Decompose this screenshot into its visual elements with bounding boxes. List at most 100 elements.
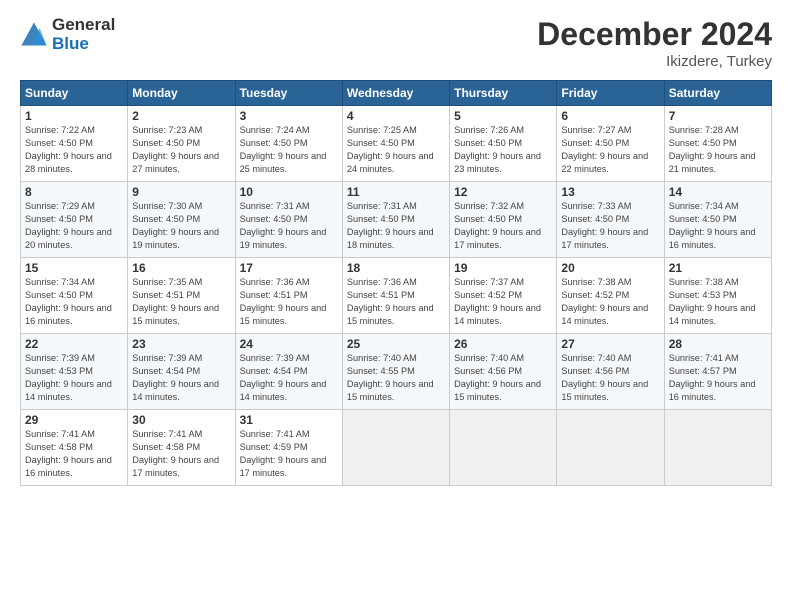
table-row: 19Sunrise: 7:37 AMSunset: 4:52 PMDayligh… (450, 258, 557, 334)
day-info: Sunrise: 7:28 AMSunset: 4:50 PMDaylight:… (669, 124, 767, 176)
day-number: 9 (132, 185, 230, 199)
day-info: Sunrise: 7:38 AMSunset: 4:52 PMDaylight:… (561, 276, 659, 328)
day-info: Sunrise: 7:37 AMSunset: 4:52 PMDaylight:… (454, 276, 552, 328)
logo-blue-text: Blue (52, 35, 115, 54)
table-row (342, 410, 449, 486)
table-row: 16Sunrise: 7:35 AMSunset: 4:51 PMDayligh… (128, 258, 235, 334)
day-info: Sunrise: 7:32 AMSunset: 4:50 PMDaylight:… (454, 200, 552, 252)
day-number: 17 (240, 261, 338, 275)
table-row: 29Sunrise: 7:41 AMSunset: 4:58 PMDayligh… (21, 410, 128, 486)
day-number: 27 (561, 337, 659, 351)
day-number: 21 (669, 261, 767, 275)
table-row: 5Sunrise: 7:26 AMSunset: 4:50 PMDaylight… (450, 106, 557, 182)
day-number: 8 (25, 185, 123, 199)
col-tuesday: Tuesday (235, 81, 342, 106)
table-row: 10Sunrise: 7:31 AMSunset: 4:50 PMDayligh… (235, 182, 342, 258)
day-info: Sunrise: 7:34 AMSunset: 4:50 PMDaylight:… (25, 276, 123, 328)
table-row: 3Sunrise: 7:24 AMSunset: 4:50 PMDaylight… (235, 106, 342, 182)
table-row: 13Sunrise: 7:33 AMSunset: 4:50 PMDayligh… (557, 182, 664, 258)
calendar-week-row: 29Sunrise: 7:41 AMSunset: 4:58 PMDayligh… (21, 410, 772, 486)
col-monday: Monday (128, 81, 235, 106)
day-info: Sunrise: 7:39 AMSunset: 4:54 PMDaylight:… (132, 352, 230, 404)
day-number: 2 (132, 109, 230, 123)
table-row: 8Sunrise: 7:29 AMSunset: 4:50 PMDaylight… (21, 182, 128, 258)
table-row (664, 410, 771, 486)
logo: General Blue (20, 16, 115, 53)
calendar-body: 1Sunrise: 7:22 AMSunset: 4:50 PMDaylight… (21, 106, 772, 486)
day-number: 23 (132, 337, 230, 351)
table-row: 7Sunrise: 7:28 AMSunset: 4:50 PMDaylight… (664, 106, 771, 182)
day-info: Sunrise: 7:41 AMSunset: 4:59 PMDaylight:… (240, 428, 338, 480)
day-info: Sunrise: 7:29 AMSunset: 4:50 PMDaylight:… (25, 200, 123, 252)
table-row: 25Sunrise: 7:40 AMSunset: 4:55 PMDayligh… (342, 334, 449, 410)
day-number: 1 (25, 109, 123, 123)
day-number: 29 (25, 413, 123, 427)
table-row: 2Sunrise: 7:23 AMSunset: 4:50 PMDaylight… (128, 106, 235, 182)
table-row (557, 410, 664, 486)
day-number: 20 (561, 261, 659, 275)
day-info: Sunrise: 7:34 AMSunset: 4:50 PMDaylight:… (669, 200, 767, 252)
col-friday: Friday (557, 81, 664, 106)
calendar-week-row: 22Sunrise: 7:39 AMSunset: 4:53 PMDayligh… (21, 334, 772, 410)
table-row: 12Sunrise: 7:32 AMSunset: 4:50 PMDayligh… (450, 182, 557, 258)
day-number: 5 (454, 109, 552, 123)
day-number: 6 (561, 109, 659, 123)
logo-text: General Blue (52, 16, 115, 53)
day-number: 11 (347, 185, 445, 199)
day-number: 30 (132, 413, 230, 427)
header: General Blue December 2024 Ikizdere, Tur… (20, 16, 772, 70)
table-row: 4Sunrise: 7:25 AMSunset: 4:50 PMDaylight… (342, 106, 449, 182)
day-number: 31 (240, 413, 338, 427)
col-thursday: Thursday (450, 81, 557, 106)
day-number: 13 (561, 185, 659, 199)
table-row (450, 410, 557, 486)
day-number: 26 (454, 337, 552, 351)
day-info: Sunrise: 7:39 AMSunset: 4:53 PMDaylight:… (25, 352, 123, 404)
table-row: 11Sunrise: 7:31 AMSunset: 4:50 PMDayligh… (342, 182, 449, 258)
calendar-week-row: 15Sunrise: 7:34 AMSunset: 4:50 PMDayligh… (21, 258, 772, 334)
page-container: General Blue December 2024 Ikizdere, Tur… (0, 0, 792, 496)
table-row: 15Sunrise: 7:34 AMSunset: 4:50 PMDayligh… (21, 258, 128, 334)
col-saturday: Saturday (664, 81, 771, 106)
table-row: 9Sunrise: 7:30 AMSunset: 4:50 PMDaylight… (128, 182, 235, 258)
day-info: Sunrise: 7:35 AMSunset: 4:51 PMDaylight:… (132, 276, 230, 328)
day-info: Sunrise: 7:36 AMSunset: 4:51 PMDaylight:… (347, 276, 445, 328)
table-row: 1Sunrise: 7:22 AMSunset: 4:50 PMDaylight… (21, 106, 128, 182)
day-info: Sunrise: 7:41 AMSunset: 4:57 PMDaylight:… (669, 352, 767, 404)
day-number: 12 (454, 185, 552, 199)
table-row: 22Sunrise: 7:39 AMSunset: 4:53 PMDayligh… (21, 334, 128, 410)
calendar-header-row: Sunday Monday Tuesday Wednesday Thursday… (21, 81, 772, 106)
calendar-table: Sunday Monday Tuesday Wednesday Thursday… (20, 80, 772, 486)
day-info: Sunrise: 7:41 AMSunset: 4:58 PMDaylight:… (25, 428, 123, 480)
day-info: Sunrise: 7:36 AMSunset: 4:51 PMDaylight:… (240, 276, 338, 328)
day-number: 28 (669, 337, 767, 351)
logo-icon (20, 21, 48, 49)
day-info: Sunrise: 7:40 AMSunset: 4:55 PMDaylight:… (347, 352, 445, 404)
month-title: December 2024 (537, 16, 772, 53)
location-title: Ikizdere, Turkey (537, 53, 772, 70)
day-info: Sunrise: 7:41 AMSunset: 4:58 PMDaylight:… (132, 428, 230, 480)
table-row: 14Sunrise: 7:34 AMSunset: 4:50 PMDayligh… (664, 182, 771, 258)
table-row: 28Sunrise: 7:41 AMSunset: 4:57 PMDayligh… (664, 334, 771, 410)
logo-general-text: General (52, 16, 115, 35)
table-row: 31Sunrise: 7:41 AMSunset: 4:59 PMDayligh… (235, 410, 342, 486)
day-info: Sunrise: 7:38 AMSunset: 4:53 PMDaylight:… (669, 276, 767, 328)
day-number: 25 (347, 337, 445, 351)
day-number: 14 (669, 185, 767, 199)
day-number: 15 (25, 261, 123, 275)
col-sunday: Sunday (21, 81, 128, 106)
day-info: Sunrise: 7:30 AMSunset: 4:50 PMDaylight:… (132, 200, 230, 252)
day-info: Sunrise: 7:31 AMSunset: 4:50 PMDaylight:… (240, 200, 338, 252)
col-wednesday: Wednesday (342, 81, 449, 106)
title-block: December 2024 Ikizdere, Turkey (537, 16, 772, 70)
day-number: 19 (454, 261, 552, 275)
table-row: 20Sunrise: 7:38 AMSunset: 4:52 PMDayligh… (557, 258, 664, 334)
table-row: 27Sunrise: 7:40 AMSunset: 4:56 PMDayligh… (557, 334, 664, 410)
day-number: 7 (669, 109, 767, 123)
day-info: Sunrise: 7:22 AMSunset: 4:50 PMDaylight:… (25, 124, 123, 176)
day-number: 18 (347, 261, 445, 275)
day-number: 4 (347, 109, 445, 123)
day-number: 10 (240, 185, 338, 199)
day-number: 16 (132, 261, 230, 275)
calendar-week-row: 1Sunrise: 7:22 AMSunset: 4:50 PMDaylight… (21, 106, 772, 182)
